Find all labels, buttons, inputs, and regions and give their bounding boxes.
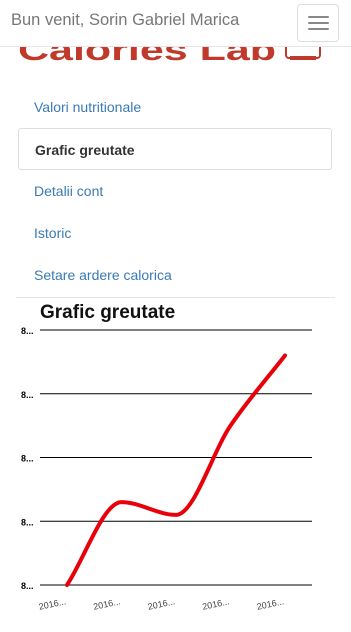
section-divider bbox=[16, 297, 335, 298]
nav-item-valori-nutritionale[interactable]: Valori nutritionale bbox=[18, 86, 332, 128]
nav-item-detalii-cont[interactable]: Detalii cont bbox=[18, 170, 332, 212]
nav-item-setare-ardere-calorica[interactable]: Setare ardere calorica bbox=[18, 254, 332, 296]
x-tick-label: 2016... bbox=[201, 596, 230, 612]
y-tick-label: 8... bbox=[21, 581, 34, 591]
sidebar-nav: Valori nutritionale Grafic greutate Deta… bbox=[18, 86, 332, 296]
nav-item-istoric[interactable]: Istoric bbox=[18, 212, 332, 254]
y-tick-label: 8... bbox=[21, 517, 34, 527]
y-tick-label: 8... bbox=[21, 454, 34, 464]
logo-text: Calories Lab bbox=[18, 46, 276, 64]
y-tick-label: 8... bbox=[21, 326, 34, 336]
x-tick-label: 2016... bbox=[38, 596, 67, 612]
welcome-text[interactable]: Bun venit, Sorin Gabriel Marica bbox=[11, 11, 239, 30]
top-navbar: Bun venit, Sorin Gabriel Marica bbox=[0, 0, 351, 47]
weight-series-line bbox=[65, 353, 287, 587]
x-tick-label: 2016... bbox=[92, 596, 121, 612]
weight-chart: 8... 8... 8... 8... 8... 2016... 2016... 2016..… bbox=[21, 326, 312, 612]
y-tick-label: 8... bbox=[21, 390, 34, 400]
x-tick-label: 2016... bbox=[147, 596, 176, 612]
scale-icon bbox=[285, 46, 321, 60]
nav-item-grafic-greutate[interactable]: Grafic greutate bbox=[18, 128, 332, 170]
hamburger-menu-button[interactable] bbox=[297, 4, 339, 42]
x-tick-label: 2016... bbox=[256, 596, 285, 612]
logo-banner: Calories Lab bbox=[0, 46, 351, 64]
